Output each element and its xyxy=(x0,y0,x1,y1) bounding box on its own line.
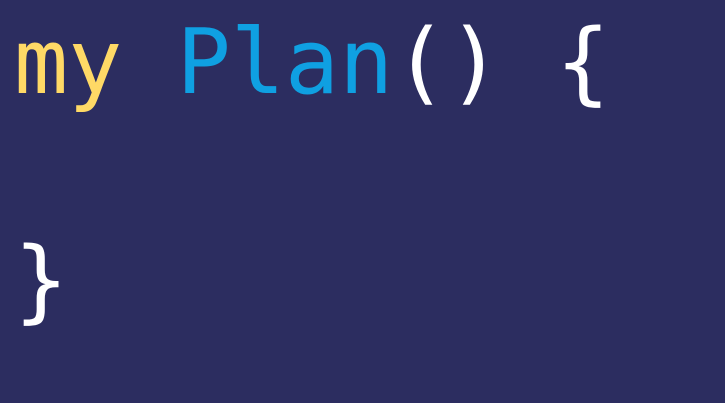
code-canvas: my Plan() { } xyxy=(0,0,725,403)
open-brace-token: { xyxy=(555,10,611,115)
code-line-signature: my Plan() { xyxy=(14,18,610,108)
parentheses-token: () xyxy=(393,10,502,115)
keyword-token: my xyxy=(14,10,123,115)
function-name-token: Plan xyxy=(176,10,394,115)
close-brace-token: } xyxy=(14,228,69,333)
code-line-closing: } xyxy=(14,236,68,326)
